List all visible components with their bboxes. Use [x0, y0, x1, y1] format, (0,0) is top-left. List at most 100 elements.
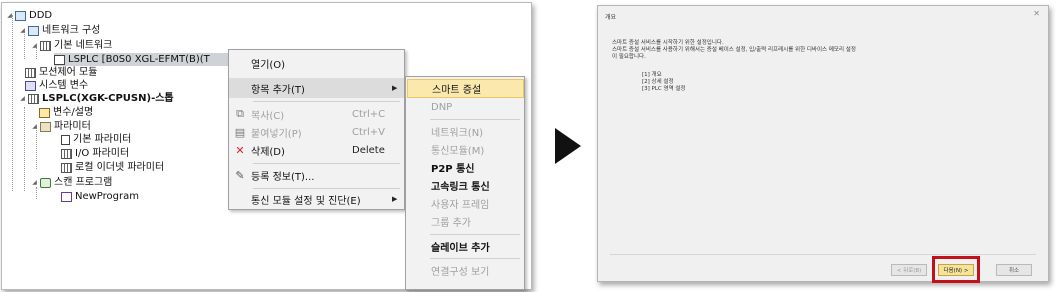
menu-item-comm-settings[interactable]: 통신 모듈 설정 및 진단(E) ▶	[229, 189, 404, 209]
submenu-item-smart-expansion[interactable]: 스마트 증설	[407, 79, 524, 98]
plc-node-icon	[54, 54, 65, 65]
description-line: 스마트 증설 서비스를 사용하기 위해서는 증설 베이스 설정, 입/출력 리프…	[612, 47, 856, 53]
menu-item-paste[interactable]: ▤ 붙여넣기(P) Ctrl+V	[229, 122, 404, 142]
menu-item-open[interactable]: 열기(O)	[229, 53, 404, 73]
collapse-icon[interactable]: ◢	[19, 24, 26, 37]
submenu-item-add-slave[interactable]: 슬레이브 추가	[407, 237, 524, 256]
tree-item-basic-params[interactable]: 기본 파라미터	[61, 133, 131, 146]
description-line: 이 필요합니다.	[612, 54, 646, 60]
scan-program-icon	[40, 177, 51, 188]
tree-item-label: 네트워크 구성	[42, 25, 101, 36]
module-icon	[25, 67, 36, 78]
menu-label: 복사(C)	[251, 110, 285, 122]
menu-label: 붙여넣기(P)	[251, 128, 302, 140]
submenu-arrow-icon: ▶	[392, 84, 398, 92]
program-icon	[61, 191, 72, 202]
collapse-icon[interactable]: ◢	[19, 92, 26, 105]
submenu-item-high-speed-link[interactable]: 고속링크 통신	[407, 176, 524, 195]
tree-item-label: 로컬 이더넷 파라미터	[75, 162, 165, 173]
tree-item-label: 스캔 프로그램	[54, 177, 113, 188]
tree-item-parameters[interactable]: ◢ 파라미터	[31, 120, 91, 133]
menu-label: 열기(O)	[251, 59, 286, 71]
document-icon	[61, 134, 70, 145]
tree-item-root[interactable]: ◢ DDD	[6, 9, 52, 22]
tree-item-label: 기본 네트워크	[54, 40, 113, 51]
tree-guide-line	[12, 15, 13, 191]
tree-item-basic-network[interactable]: ◢ 기본 네트워크	[31, 39, 112, 52]
submenu-item-dnp[interactable]: DNP	[407, 98, 524, 117]
dialog-separator	[610, 254, 1036, 255]
menu-separator	[430, 234, 520, 235]
delete-icon: ✕	[235, 143, 245, 157]
menu-item-properties[interactable]: ✎ 등록 정보(T)...	[229, 165, 404, 185]
project-icon	[15, 10, 26, 21]
menu-item-delete[interactable]: ✕ 삭제(D) Delete	[229, 140, 404, 160]
menu-shortcut: Ctrl+C	[352, 108, 386, 120]
ethernet-icon	[61, 162, 72, 173]
menu-item-add-item[interactable]: 항목 추가(T) ▶	[229, 78, 404, 98]
close-icon[interactable]: ✕	[1033, 9, 1040, 18]
network-module-icon	[40, 40, 51, 51]
menu-shortcut: Ctrl+V	[352, 126, 386, 138]
tree-item-scan-program[interactable]: ◢ 스캔 프로그램	[31, 176, 112, 189]
tree-item-lsplc-cpu[interactable]: ◢ LSPLC(XGK-CPUSN)-스톱	[19, 92, 174, 105]
tree-guide-line	[24, 107, 25, 191]
collapse-icon[interactable]: ◢	[31, 39, 38, 52]
collapse-icon[interactable]: ◢	[6, 9, 13, 22]
tree-item-vars-comments[interactable]: 변수/설명	[39, 106, 93, 119]
paste-icon: ▤	[234, 125, 246, 139]
tree-item-label: 파라미터	[54, 121, 91, 132]
add-item-submenu: 스마트 증설 DNP 네트워크(N) 통신모듈(M) P2P 통신 고속링크 통…	[405, 76, 525, 290]
collapse-icon[interactable]: ◢	[31, 120, 38, 133]
collapse-icon[interactable]: ◢	[31, 176, 38, 189]
menu-label: 등록 정보(T)...	[251, 171, 315, 183]
tree-item-label: NewProgram	[75, 191, 140, 202]
variable-icon	[39, 107, 50, 118]
highlight-box	[932, 256, 980, 283]
step-arrow-icon	[555, 128, 581, 164]
description-line: 스마트 증설 서비스를 시작하기 위한 설정입니다.	[612, 40, 724, 46]
tree-item-label: 기본 파라미터	[73, 134, 132, 145]
copy-icon: ⧉	[236, 107, 244, 120]
menu-item-copy[interactable]: ⧉ 복사(C) Ctrl+C	[229, 104, 404, 124]
menu-separator	[430, 258, 520, 259]
tree-item-new-program[interactable]: NewProgram	[61, 190, 139, 203]
wizard-step: [3] PLC 영역 설정	[642, 86, 686, 92]
menu-label: 통신 모듈 설정 및 진단(E)	[251, 195, 361, 207]
tree-item-io-params[interactable]: I/O 파라미터	[61, 147, 129, 160]
wizard-steps-list: [1] 개요 [2] 상세 설정 [3] PLC 영역 설정	[642, 72, 686, 93]
parameter-folder-icon	[40, 121, 51, 132]
dialog-description: 스마트 증설 서비스를 시작하기 위한 설정입니다. 스마트 증설 서비스를 사…	[612, 40, 856, 61]
menu-separator	[253, 163, 400, 164]
tree-item-label: DDD	[29, 10, 53, 21]
menu-label: 삭제(D)	[251, 146, 285, 158]
menu-shortcut: Delete	[352, 144, 385, 156]
submenu-item-add-group[interactable]: 그룹 추가	[407, 212, 524, 231]
tree-item-label: LSPLC(XGK-CPUSN)-스톱	[42, 93, 174, 104]
network-icon	[28, 25, 39, 36]
tree-item-network-config[interactable]: ◢ 네트워크 구성	[19, 24, 100, 37]
submenu-item-p2p[interactable]: P2P 통신	[407, 158, 524, 177]
wizard-step: [1] 개요	[642, 72, 662, 78]
tree-item-system-vars[interactable]: 시스템 변수	[25, 79, 88, 92]
cpu-icon	[28, 93, 39, 104]
submenu-arrow-icon: ▶	[392, 195, 398, 203]
submenu-item-link-view[interactable]: 연결구성 보기	[407, 261, 524, 280]
smart-expansion-wizard-dialog: 개요 ✕ 스마트 증설 서비스를 시작하기 위한 설정입니다. 스마트 증설 서…	[597, 5, 1049, 283]
back-button[interactable]: < 뒤로(B)	[891, 264, 927, 276]
wrench-icon: ✎	[235, 168, 245, 182]
tree-item-label: 모션제어 모듈	[39, 67, 98, 78]
submenu-item-comm-module[interactable]: 통신모듈(M)	[407, 140, 524, 159]
system-variable-icon	[25, 80, 36, 91]
wizard-step: [2] 상세 설정	[642, 79, 674, 85]
tree-item-label: I/O 파라미터	[75, 148, 130, 159]
menu-separator	[430, 119, 520, 120]
io-module-icon	[61, 148, 72, 159]
cancel-button[interactable]: 취소	[996, 264, 1032, 276]
tree-item-local-ethernet[interactable]: 로컬 이더넷 파라미터	[61, 161, 164, 174]
tree-item-lsplc-node[interactable]: LSPLC [B0S0 XGL-EFMT(B)(T	[54, 53, 230, 66]
tree-item-motion-module[interactable]: 모션제어 모듈	[25, 66, 97, 79]
submenu-item-user-frame[interactable]: 사용자 프레임	[407, 194, 524, 213]
submenu-item-network[interactable]: 네트워크(N)	[407, 122, 524, 141]
tree-item-label: 변수/설명	[53, 107, 94, 118]
